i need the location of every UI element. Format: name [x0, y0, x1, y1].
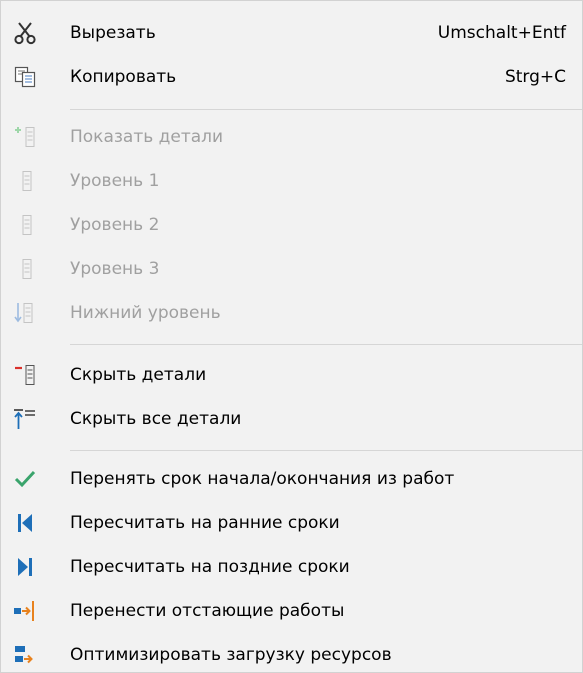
copy-icon — [13, 65, 37, 89]
menu-item-move-lagging[interactable]: Перенести отстающие работы — [1, 589, 582, 633]
move-lagging-tasks-icon — [13, 599, 37, 623]
outline-level-icon — [13, 213, 37, 237]
menu-item-copy[interactable]: Копировать Strg+C — [1, 55, 582, 99]
menu-item-label: Копировать — [70, 67, 177, 87]
menu-item-recalc-early[interactable]: Пересчитать на ранние сроки — [1, 501, 582, 545]
menu-item-label: Уровень 2 — [70, 215, 160, 235]
checkmark-icon — [13, 467, 37, 491]
menu-item-bottom-level: Нижний уровень — [1, 291, 582, 335]
menu-item-shortcut: Umschalt+Entf — [437, 23, 566, 43]
menu-item-label: Перенести отстающие работы — [70, 601, 345, 621]
menu-separator — [70, 109, 582, 110]
hide-details-icon — [13, 363, 37, 387]
menu-item-label: Показать детали — [70, 127, 224, 147]
menu-item-label: Перенять срок начала/окончания из работ — [70, 469, 455, 489]
menu-separator — [70, 344, 582, 345]
menu-separator — [70, 450, 582, 451]
menu-item-label: Оптимизировать загрузку ресурсов — [70, 645, 392, 665]
skip-forward-icon — [13, 555, 37, 579]
menu-item-label: Пересчитать на ранние сроки — [70, 513, 340, 533]
scissors-icon — [13, 21, 37, 45]
menu-item-label: Пересчитать на поздние сроки — [70, 557, 350, 577]
show-details-icon — [13, 125, 37, 149]
menu-item-adopt-dates[interactable]: Перенять срок начала/окончания из работ — [1, 457, 582, 501]
bottom-level-icon — [13, 301, 37, 325]
optimize-resources-icon — [13, 643, 37, 667]
outline-level-icon — [13, 169, 37, 193]
menu-item-label: Скрыть все детали — [70, 409, 242, 429]
menu-item-label: Нижний уровень — [70, 303, 221, 323]
hide-all-details-icon — [13, 407, 37, 431]
menu-item-label: Вырезать — [70, 23, 156, 43]
outline-level-icon — [13, 257, 37, 281]
context-menu: Вырезать Umschalt+Entf Копировать Strg+C — [0, 0, 583, 673]
menu-item-hide-all-details[interactable]: Скрыть все детали — [1, 397, 582, 441]
menu-item-cut[interactable]: Вырезать Umschalt+Entf — [1, 11, 582, 55]
menu-item-hide-details[interactable]: Скрыть детали — [1, 353, 582, 397]
menu-item-shortcut: Strg+C — [504, 67, 566, 87]
menu-item-level-3: Уровень 3 — [1, 247, 582, 291]
menu-item-optimize-resources[interactable]: Оптимизировать загрузку ресурсов — [1, 633, 582, 673]
menu-item-label: Скрыть детали — [70, 365, 207, 385]
menu-item-show-details: Показать детали — [1, 115, 582, 159]
menu-item-label: Уровень 1 — [70, 171, 160, 191]
menu-item-level-2: Уровень 2 — [1, 203, 582, 247]
skip-back-icon — [13, 511, 37, 535]
menu-item-label: Уровень 3 — [70, 259, 160, 279]
menu-item-level-1: Уровень 1 — [1, 159, 582, 203]
menu-item-recalc-late[interactable]: Пересчитать на поздние сроки — [1, 545, 582, 589]
